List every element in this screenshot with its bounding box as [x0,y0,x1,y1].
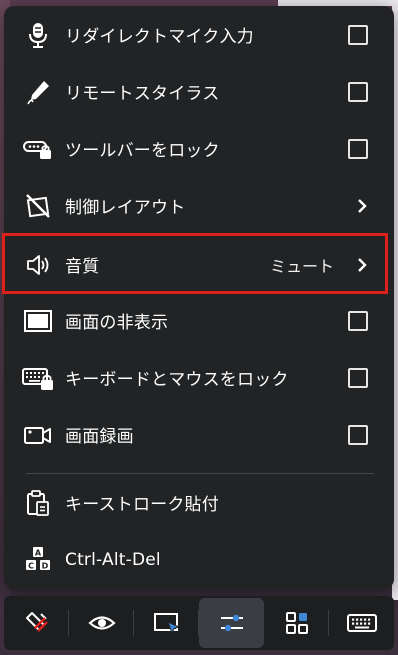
menu-item-label: 画面録画 [65,427,134,447]
menu-item-label: 制御レイアウト [65,198,186,218]
menu-item-redirect-mic[interactable]: リダイレクトマイク入力 [4,6,394,63]
menu-item-label: キーストローク貼付 [65,495,219,515]
video-camera-icon [22,419,54,451]
menu-item-sound-quality[interactable]: 音質 ミュート [4,236,394,293]
lock-keyboard-mouse-checkbox[interactable] [348,367,368,388]
toolbar-keyboard-button[interactable] [329,596,394,650]
clipboard-paste-icon [22,487,54,519]
chevron-right-icon [358,257,367,272]
session-menu: リダイレクトマイク入力 リモートスタイラス ツールバーをロック 制御レイアウト … [4,6,394,589]
menu-item-screen-recording[interactable]: 画面録画 [4,406,394,463]
menu-item-lock-keyboard-mouse[interactable]: キーボードとマウスをロック [4,349,394,406]
screen-cursor-icon [153,613,180,635]
toolbar-screen-button[interactable] [134,596,199,650]
toolbar-disconnect-button[interactable] [4,596,69,650]
menu-item-keystroke-paste[interactable]: キーストローク貼付 [4,474,394,531]
grid-apps-icon [285,612,308,634]
menu-item-control-layout[interactable]: 制御レイアウト [4,177,394,234]
menu-item-lock-toolbar[interactable]: ツールバーをロック [4,120,394,177]
sound-quality-value: ミュート [269,256,334,276]
toolbar-apps-button[interactable] [264,596,329,650]
microphone-icon [22,19,54,51]
screen-recording-checkbox[interactable] [348,424,368,445]
eye-icon [87,616,116,630]
keyboard-mouse-lock-icon [22,362,54,394]
chevron-right-icon [358,198,367,213]
menu-item-label: リダイレクトマイク入力 [65,27,254,47]
svg-text:A: A [35,548,42,557]
menu-item-label: 画面の非表示 [65,313,169,333]
menu-item-remote-stylus[interactable]: リモートスタイラス [4,63,394,120]
lock-toolbar-checkbox[interactable] [348,138,368,159]
ctrl-alt-del-keys-icon: A C D [22,544,54,576]
toolbar-settings-button[interactable] [199,598,264,648]
menu-item-label: キーボードとマウスをロック [65,370,289,390]
menu-item-label: リモートスタイラス [65,84,220,104]
menu-item-label: ツールバーをロック [65,141,220,161]
blank-screen-icon [22,305,54,337]
hide-screen-checkbox[interactable] [348,310,368,331]
speaker-icon [22,249,54,281]
svg-text:D: D [42,561,49,570]
bottom-toolbar [4,596,394,650]
disconnect-icon [25,612,48,632]
svg-text:C: C [28,561,34,570]
toolbar-lock-icon [22,133,54,165]
toolbar-view-button[interactable] [69,596,134,650]
menu-item-hide-screen[interactable]: 画面の非表示 [4,292,394,349]
sliders-icon [220,614,243,632]
control-layout-icon [22,190,54,222]
keyboard-icon [346,614,377,632]
remote-stylus-checkbox[interactable] [348,81,368,102]
menu-item-label: 音質 [65,257,100,277]
redirect-mic-checkbox[interactable] [348,24,368,45]
menu-item-ctrl-alt-del[interactable]: A C D Ctrl-Alt-Del [4,531,394,588]
stylus-pen-icon [22,76,54,108]
menu-item-label: Ctrl-Alt-Del [65,549,161,570]
